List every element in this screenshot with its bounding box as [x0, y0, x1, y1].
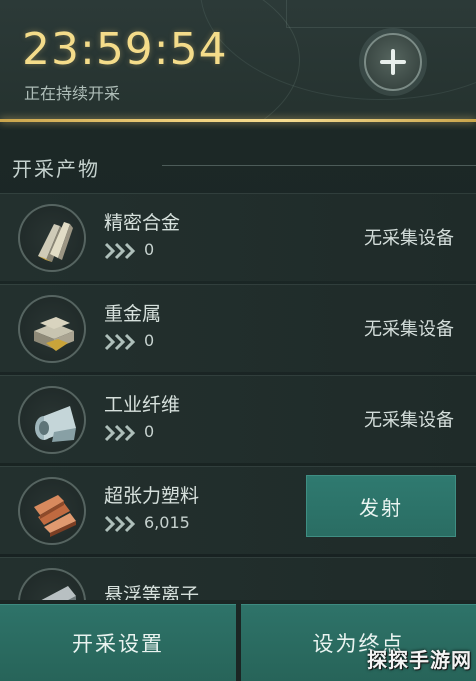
section-title: 开采产物	[12, 157, 100, 181]
rate-value: 6,015	[144, 513, 190, 532]
mining-panel: 23:59:54 正在持续开采 开采产物 精密合金 0 无采集设备 重金属 0 …	[0, 0, 476, 681]
equipment-status: 无采集设备	[364, 228, 454, 249]
resource-name: 精密合金	[104, 212, 181, 234]
rate-value: 0	[144, 422, 155, 441]
resource-row: 工业纤维 0 无采集设备	[0, 375, 476, 463]
resource-row: 重金属 0 无采集设备	[0, 284, 476, 372]
rate-value: 0	[144, 331, 155, 350]
rate-chevron-icon	[104, 242, 136, 260]
section-divider	[162, 165, 476, 166]
rate-chevron-icon	[104, 333, 136, 351]
launch-button[interactable]: 发射	[306, 475, 456, 537]
resource-name: 超张力塑料	[104, 485, 200, 507]
mining-settings-button[interactable]: 开采设置	[0, 604, 236, 681]
watermark: 探探手游网	[367, 648, 472, 672]
add-button[interactable]	[364, 33, 422, 91]
mining-status: 正在持续开采	[24, 84, 121, 103]
resource-row: 精密合金 0 无采集设备	[0, 193, 476, 281]
tension-plastic-icon	[18, 477, 86, 545]
resource-row: 超张力塑料 6,015 发射	[0, 466, 476, 554]
precision-alloy-icon	[18, 204, 86, 272]
resource-name: 工业纤维	[104, 394, 181, 416]
rate-value: 0	[144, 240, 155, 259]
heavy-metal-icon	[18, 295, 86, 363]
equipment-status: 无采集设备	[364, 410, 454, 431]
industrial-fiber-icon	[18, 386, 86, 454]
resource-name: 重金属	[104, 303, 162, 325]
countdown-timer: 23:59:54	[22, 24, 228, 75]
rate-chevron-icon	[104, 424, 136, 442]
header: 23:59:54 正在持续开采	[0, 0, 476, 122]
rate-chevron-icon	[104, 515, 136, 533]
equipment-status: 无采集设备	[364, 319, 454, 340]
header-decoration	[286, 0, 476, 28]
header-divider	[0, 119, 476, 122]
